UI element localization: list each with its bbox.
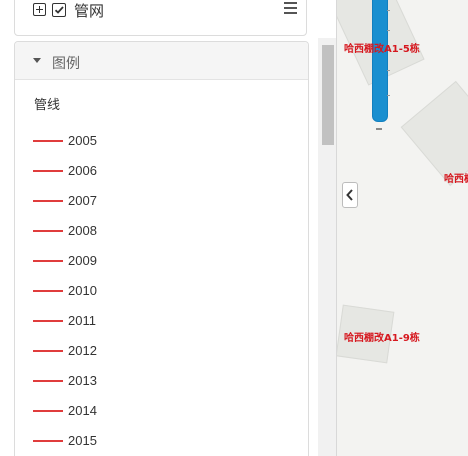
legend-line-swatch [33, 200, 63, 202]
zoom-tick [387, 70, 390, 71]
collapse-panel-button[interactable] [342, 182, 358, 208]
legend-item: 2015 [15, 432, 295, 456]
legend-line-swatch [33, 260, 63, 262]
legend-header[interactable]: 图例 [15, 42, 308, 80]
legend-item: 2009 [15, 252, 295, 282]
layer-label: 管网 [74, 3, 105, 20]
legend-item: 2013 [15, 372, 295, 402]
legend-title: 图例 [52, 55, 80, 71]
legend-panel: 图例 管线 2005 2006 2007 2008 2009 2010 2011 2012 20… [14, 41, 309, 456]
legend-group-title: 管线 [34, 97, 61, 112]
map-label-partial: 哈西棚 [444, 174, 468, 185]
legend-list: 2005 2006 2007 2008 2009 2010 2011 2012 2013 2014… [15, 132, 295, 456]
zoom-tick [387, 10, 390, 11]
legend-line-swatch [33, 320, 63, 322]
zoom-handle[interactable] [376, 128, 382, 130]
zoom-tick [387, 95, 390, 96]
checkbox-checked-icon[interactable] [52, 3, 66, 17]
legend-item: 2012 [15, 342, 295, 372]
zoom-slider[interactable] [372, 0, 388, 122]
legend-item-label: 2011 [68, 313, 96, 328]
legend-item-label: 2012 [68, 343, 97, 358]
layer-panel: 管网 图例 管线 2005 2006 2007 2008 2009 2010 2011 201… [0, 0, 336, 456]
legend-line-swatch [33, 230, 63, 232]
expand-plus-icon[interactable] [33, 3, 46, 16]
legend-item-label: 2008 [68, 223, 97, 238]
legend-line-swatch [33, 350, 63, 352]
map-label-a1-5: 哈西棚改A1-5栋 [344, 44, 420, 55]
legend-item: 2008 [15, 222, 295, 252]
map-label-a1-9: 哈西棚改A1-9栋 [344, 333, 420, 344]
caret-down-icon[interactable] [33, 58, 41, 63]
legend-line-swatch [33, 290, 63, 292]
legend-item: 2005 [15, 132, 295, 162]
legend-item: 2014 [15, 402, 295, 432]
legend-item-label: 2010 [68, 283, 97, 298]
legend-item-label: 2009 [68, 253, 97, 268]
legend-line-swatch [33, 140, 63, 142]
legend-line-swatch [33, 440, 63, 442]
map-view[interactable]: 哈西棚改A1-5栋 哈西棚 哈西棚改A1-9栋 [336, 0, 468, 456]
chevron-left-icon [346, 189, 353, 201]
legend-item-label: 2006 [68, 163, 97, 178]
legend-item-label: 2013 [68, 373, 97, 388]
legend-item-label: 2014 [68, 403, 97, 418]
legend-item: 2011 [15, 312, 295, 342]
zoom-tick [387, 30, 390, 31]
legend-line-swatch [33, 410, 63, 412]
legend-item-label: 2005 [68, 133, 97, 148]
legend-item: 2010 [15, 282, 295, 312]
legend-item-label: 2015 [68, 433, 97, 448]
legend-item-label: 2007 [68, 193, 97, 208]
legend-line-swatch [33, 380, 63, 382]
legend-item: 2006 [15, 162, 295, 192]
scrollbar-thumb[interactable] [322, 45, 334, 145]
hamburger-menu-icon[interactable] [284, 2, 297, 14]
legend-line-swatch [33, 170, 63, 172]
legend-item: 2007 [15, 192, 295, 222]
layer-row-network[interactable]: 管网 [14, 0, 307, 36]
